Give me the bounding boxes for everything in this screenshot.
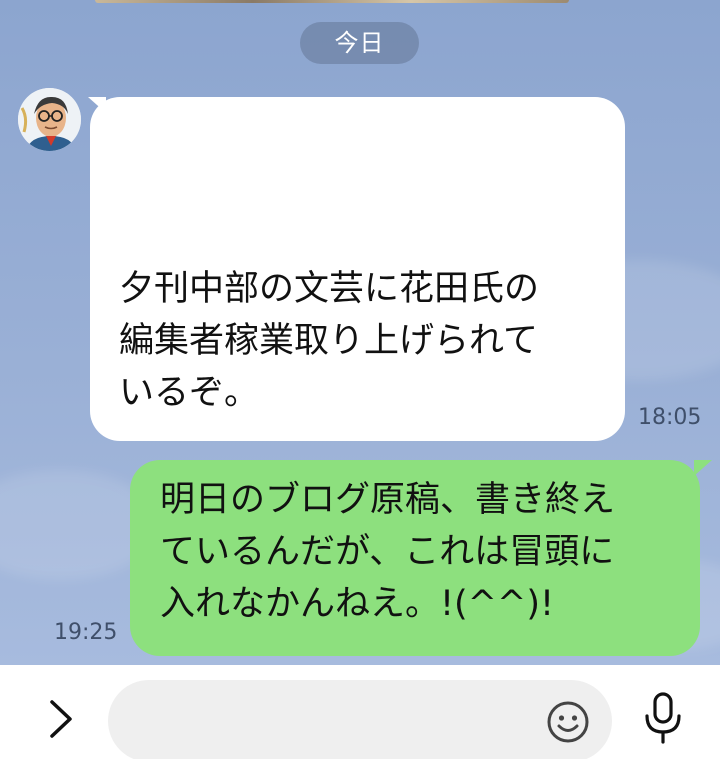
sent-message-bubble[interactable]: 明日のブログ原稿、書き終え ているんだが、これは冒頭に 入れなかんねえ。!(^^… [130, 460, 700, 656]
voice-input-button[interactable] [640, 690, 686, 746]
message-input[interactable] [108, 680, 612, 759]
microphone-icon [645, 692, 681, 744]
smiley-icon [547, 701, 589, 743]
previous-image-message[interactable] [95, 0, 569, 3]
avatar[interactable] [18, 88, 81, 151]
chevron-right-icon [50, 700, 72, 738]
date-separator: 今日 [300, 22, 419, 64]
message-timestamp: 19:25 [54, 620, 118, 645]
avatar-illustration [18, 88, 81, 151]
received-message-bubble[interactable]: 夕刊中部の文芸に花田氏の 編集者稼業取り上げられて いるぞ。 [90, 97, 625, 441]
chat-area[interactable]: 今日 夕刊中部の文芸に花田氏の 編集者稼業取り上げられて いるぞ。 18:05 … [0, 0, 720, 665]
message-timestamp: 18:05 [638, 405, 702, 430]
emoji-button[interactable] [545, 699, 591, 745]
expand-menu-button[interactable] [40, 696, 80, 742]
bubble-tail [694, 460, 712, 476]
